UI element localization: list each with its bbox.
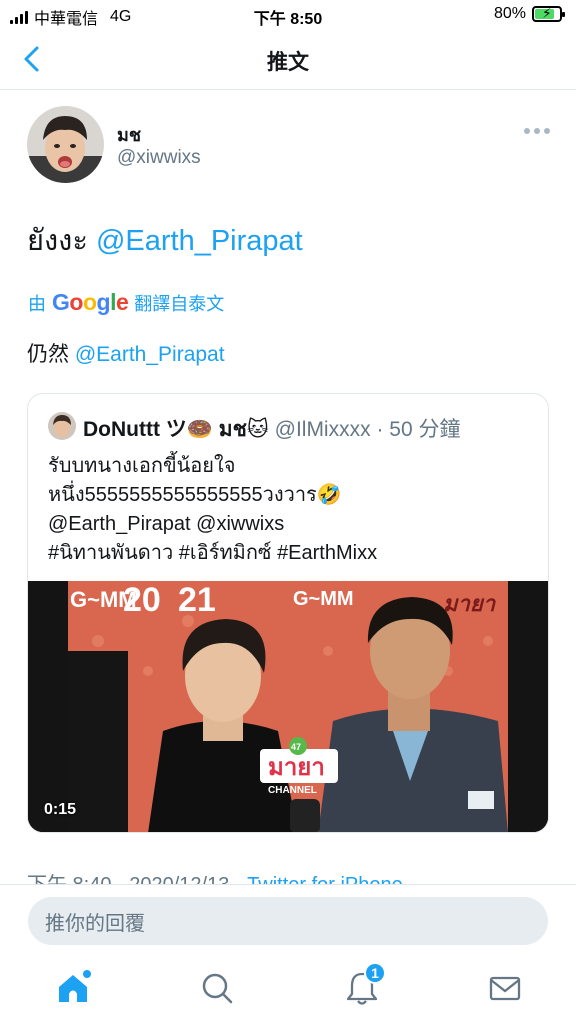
avatar[interactable] xyxy=(27,106,104,183)
video-duration: 0:15 xyxy=(44,801,77,818)
quoted-line: @Earth_Pirapat @xiwwixs xyxy=(48,513,285,535)
svg-text:G~MM: G~MM xyxy=(293,588,354,610)
quoted-author-name: DoNuttt ツ🍩 มช🐱 xyxy=(83,418,269,441)
tab-messages[interactable] xyxy=(485,968,525,1008)
page-title: 推文 xyxy=(267,51,309,74)
more-options-button[interactable] xyxy=(524,128,550,136)
quoted-time: · 50 分鐘 xyxy=(376,418,461,441)
translate-label: 翻譯自泰文 xyxy=(134,293,225,314)
quoted-text: รับบทนางเอกขี้น้อยใจ หนึ่ง55555555555555… xyxy=(48,452,538,568)
more-dot xyxy=(544,128,550,134)
svg-text:47: 47 xyxy=(291,742,301,752)
battery-icon: ⚡ xyxy=(532,5,565,22)
status-time: 下午 8:50 xyxy=(253,11,323,28)
status-bar: 中華電信 4G 下午 8:50 80% ⚡ xyxy=(0,0,576,30)
google-logo: Google xyxy=(52,289,129,315)
quoted-header: DoNuttt ツ🍩 มช🐱 @IlMixxxx · 50 分鐘 xyxy=(83,413,460,446)
home-new-dot xyxy=(83,970,91,978)
svg-text:มายา: มายา xyxy=(268,754,325,781)
tab-search[interactable] xyxy=(197,968,237,1008)
mention-link[interactable]: @Earth_Pirapat xyxy=(96,225,303,257)
reply-bar: 推你的回覆 xyxy=(0,884,576,956)
notification-badge: 1 xyxy=(364,962,386,984)
svg-text:20: 20 xyxy=(123,581,161,619)
search-icon xyxy=(202,973,233,1004)
quoted-line: หนึ่ง5555555555555555วงวาร🤣 xyxy=(48,484,342,506)
translate-prefix: 由 xyxy=(28,293,46,314)
quoted-line: #นิทานพันดาว #เอิร์ทมิกซ์ #EarthMixx xyxy=(48,542,378,564)
quoted-author-handle: @IlMixxxx xyxy=(274,418,371,441)
tab-notifications[interactable]: 1 xyxy=(342,962,386,1008)
tweet-text-body: ยังงะ xyxy=(27,225,96,257)
tab-home[interactable] xyxy=(53,968,93,1008)
more-dot xyxy=(524,128,530,134)
translation-body: 仍然 xyxy=(27,343,75,366)
svg-text:CHANNEL: CHANNEL xyxy=(268,785,317,796)
video-thumbnail: G~MM 20 21 G~MM มายา มายา CHANNEL 47 xyxy=(28,581,548,832)
translation-mention-link[interactable]: @Earth_Pirapat xyxy=(75,343,225,366)
tweet-text: ยังงะ @Earth_Pirapat xyxy=(27,217,303,263)
svg-text:มายา: มายา xyxy=(443,591,497,616)
reply-input[interactable]: 推你的回覆 xyxy=(28,897,548,945)
video-player[interactable]: G~MM 20 21 G~MM มายา มายา CHANNEL 47 0:1… xyxy=(28,581,548,832)
quoted-avatar xyxy=(48,412,76,440)
mail-icon xyxy=(489,976,521,1001)
quoted-tweet[interactable]: DoNuttt ツ🍩 มช🐱 @IlMixxxx · 50 分鐘 รับบทนา… xyxy=(27,393,549,833)
nav-header: 推文 xyxy=(0,30,576,90)
tab-bar: 1 xyxy=(0,956,576,1024)
author-name[interactable]: มช xyxy=(117,120,141,149)
status-right: 80% ⚡ xyxy=(493,5,565,23)
translated-text: 仍然 @Earth_Pirapat xyxy=(27,338,225,368)
quoted-line: รับบทนางเอกขี้น้อยใจ xyxy=(48,455,236,477)
battery-percent: 80% xyxy=(493,5,526,22)
author-handle[interactable]: @xiwwixs xyxy=(117,147,201,169)
translate-button[interactable]: 由 Google 翻譯自泰文 xyxy=(28,289,224,316)
svg-text:21: 21 xyxy=(178,581,216,619)
more-dot xyxy=(534,128,540,134)
